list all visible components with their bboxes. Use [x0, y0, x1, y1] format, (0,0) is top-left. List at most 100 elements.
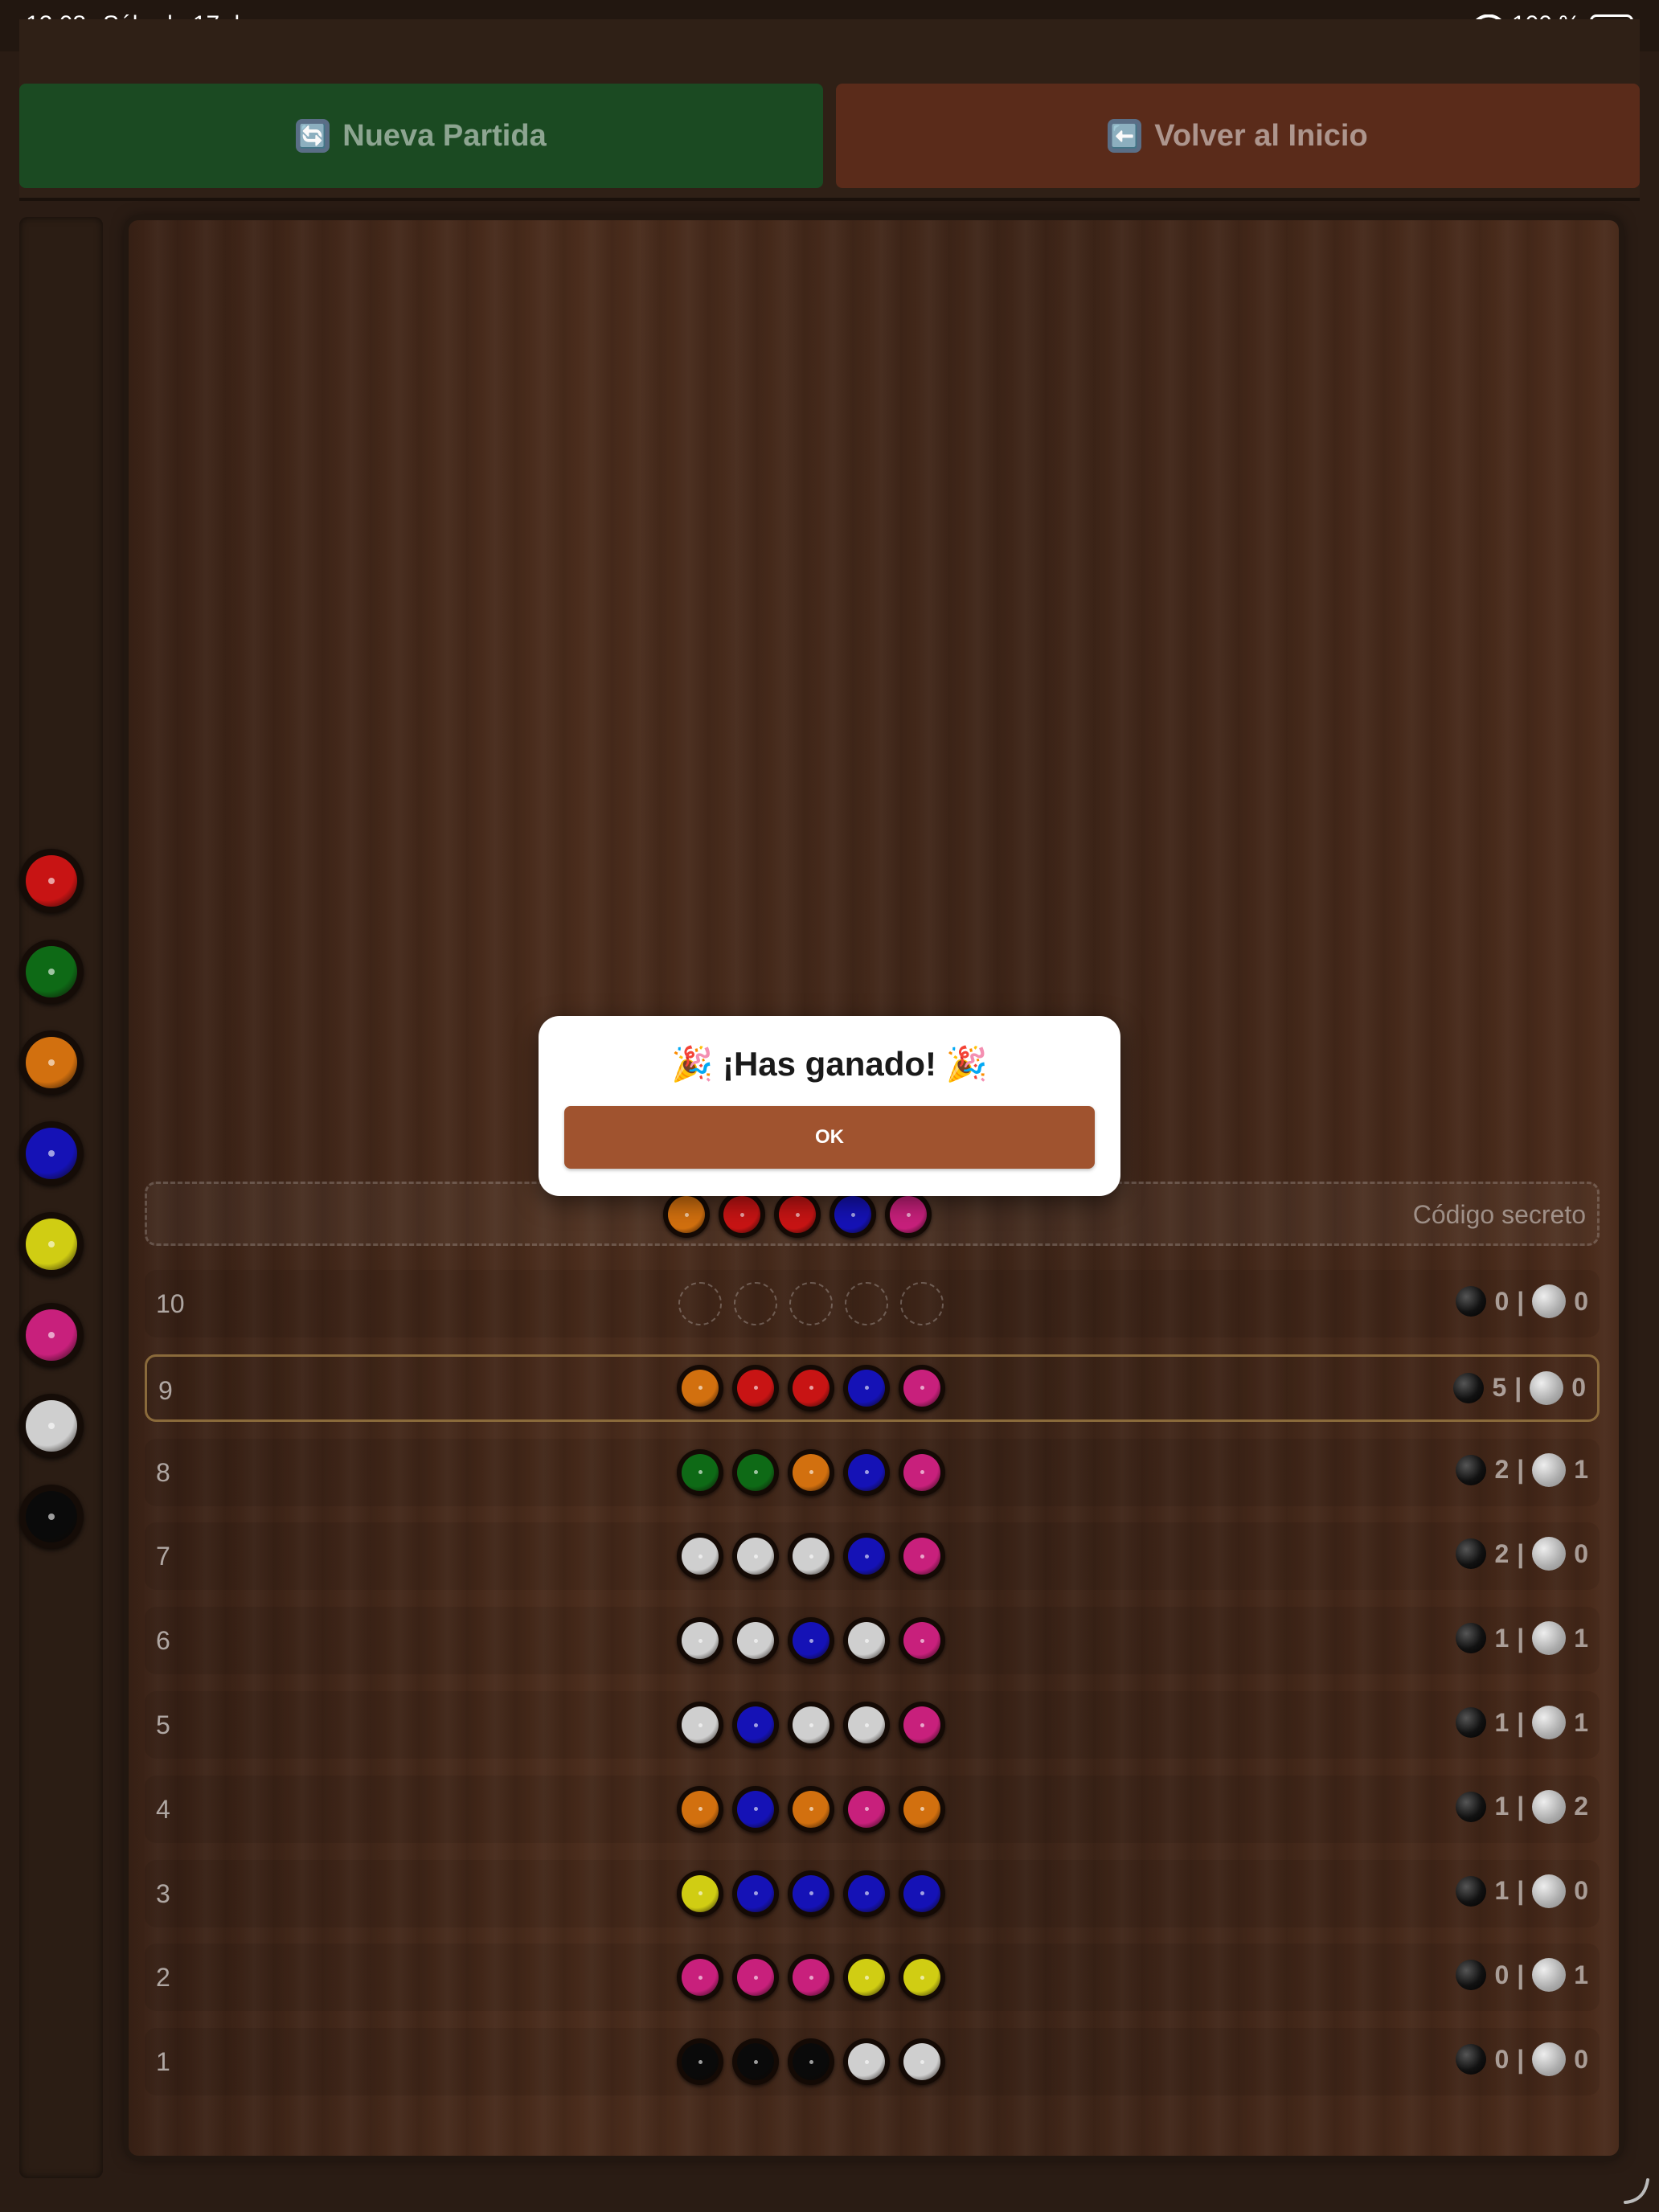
peg-center-dot [753, 1975, 758, 1980]
row-number: 5 [156, 1710, 170, 1739]
peg-center-dot [864, 2059, 869, 2064]
black-count: 1 [1494, 1876, 1509, 1906]
peg-center-dot [753, 1386, 758, 1391]
palette-peg-orange[interactable] [19, 1030, 84, 1095]
row-number: 6 [156, 1626, 170, 1656]
row-number: 10 [156, 1289, 185, 1318]
black-count: 0 [1494, 1960, 1509, 1989]
feedback-separator: | [1517, 1286, 1525, 1316]
white-count: 1 [1574, 1455, 1588, 1485]
black-peg-icon [1456, 1707, 1487, 1738]
row-feedback: 2 | 1 [1456, 1452, 1588, 1487]
white-peg-face [26, 1400, 77, 1452]
orange-peg-face [682, 1790, 719, 1828]
peg-center-dot [753, 1638, 758, 1643]
palette-peg-red[interactable] [19, 849, 84, 913]
orange-peg-face [682, 1369, 719, 1407]
guess-peg-red [788, 1364, 834, 1411]
guess-peg-orange [788, 1785, 834, 1833]
peg-center-dot [698, 2059, 703, 2064]
resize-handle-icon[interactable] [1620, 2173, 1653, 2206]
pink-peg-face [26, 1309, 77, 1361]
back-arrow-icon: ⬅️ [1108, 119, 1142, 153]
empty-peg-slot[interactable] [678, 1282, 722, 1325]
secret-peg-red [774, 1191, 821, 1238]
green-peg-face [737, 1453, 774, 1491]
palette-peg-blue[interactable] [19, 1121, 84, 1186]
black-peg-icon [1456, 1875, 1487, 1907]
peg-center-dot [920, 1554, 924, 1559]
refresh-icon: 🔄 [296, 119, 330, 153]
black-count: 5 [1492, 1373, 1507, 1403]
white-peg-icon [1532, 1537, 1567, 1571]
black-peg-icon [1456, 1286, 1487, 1317]
black-peg-icon [1456, 2044, 1487, 2075]
orange-peg-face [793, 1453, 830, 1491]
yellow-peg-face [682, 1874, 719, 1912]
empty-peg-slot[interactable] [734, 1282, 777, 1325]
peg-center-dot [864, 1554, 869, 1559]
secret-code-label: Código secreto [1412, 1200, 1586, 1229]
peg-center-dot [920, 1975, 924, 1980]
pink-peg-face [903, 1453, 940, 1491]
palette-peg-yellow[interactable] [19, 1212, 84, 1276]
red-peg-face [793, 1369, 830, 1407]
orange-peg-face [26, 1037, 77, 1088]
palette-peg-pink[interactable] [19, 1303, 84, 1367]
peg-center-dot [920, 1386, 924, 1391]
white-peg-icon [1532, 2042, 1567, 2077]
peg-center-dot [920, 1891, 924, 1896]
peg-center-dot [753, 1807, 758, 1812]
feedback-separator: | [1514, 1373, 1522, 1403]
peg-center-dot [864, 1975, 869, 1980]
peg-center-dot [906, 1212, 911, 1217]
black-peg-icon [1456, 1623, 1487, 1654]
peg-center-dot [739, 1212, 744, 1217]
pink-peg-face [903, 1538, 940, 1575]
empty-peg-slot[interactable] [900, 1282, 944, 1325]
peg-center-dot [698, 1386, 703, 1391]
white-count: 1 [1574, 1707, 1588, 1737]
peg-center-dot [864, 1638, 869, 1643]
peg-center-dot [698, 1554, 703, 1559]
peg-center-dot [48, 969, 55, 975]
black-peg-icon [1456, 1791, 1487, 1822]
row-feedback: 0 | 0 [1456, 2042, 1588, 2077]
guess-peg-red [732, 1364, 779, 1411]
guess-peg-white [677, 1533, 723, 1580]
row-number: 1 [156, 2047, 170, 2077]
back-home-button[interactable]: ⬅️ Volver al Inicio [836, 84, 1640, 188]
row-feedback: 1 | 1 [1456, 1621, 1588, 1656]
white-peg-face [793, 1706, 830, 1743]
peg-center-dot [48, 1150, 55, 1157]
black-count: 0 [1494, 1286, 1509, 1316]
guess-peg-blue [843, 1533, 890, 1580]
palette-peg-green[interactable] [19, 940, 84, 1004]
orange-peg-face [903, 1790, 940, 1828]
peg-center-dot [809, 1722, 813, 1727]
peg-center-dot [48, 878, 55, 884]
row-number: 8 [156, 1457, 170, 1487]
peg-center-dot [920, 1807, 924, 1812]
palette-peg-white[interactable] [19, 1394, 84, 1458]
guess-peg-white [843, 2038, 890, 2086]
black-peg-icon [1456, 1454, 1487, 1485]
guess-peg-orange [677, 1785, 723, 1833]
ok-button[interactable]: OK [564, 1106, 1095, 1169]
empty-peg-slot[interactable] [789, 1282, 833, 1325]
green-peg-face [682, 1453, 719, 1491]
row-feedback: 1 | 1 [1456, 1706, 1588, 1739]
row-number: 2 [156, 1963, 170, 1993]
pink-peg-face [903, 1622, 940, 1660]
peg-center-dot [698, 1722, 703, 1727]
guess-peg-white [843, 1617, 890, 1665]
white-count: 0 [1571, 1373, 1586, 1403]
red-peg-face [737, 1369, 774, 1407]
palette-peg-black[interactable] [19, 1485, 84, 1549]
empty-peg-slot[interactable] [845, 1282, 888, 1325]
color-palette [19, 217, 103, 2178]
blue-peg-face [737, 1874, 774, 1912]
new-game-button[interactable]: 🔄 Nueva Partida [19, 84, 823, 188]
pink-peg-face [903, 1369, 940, 1407]
guess-peg-blue [843, 1870, 890, 1917]
